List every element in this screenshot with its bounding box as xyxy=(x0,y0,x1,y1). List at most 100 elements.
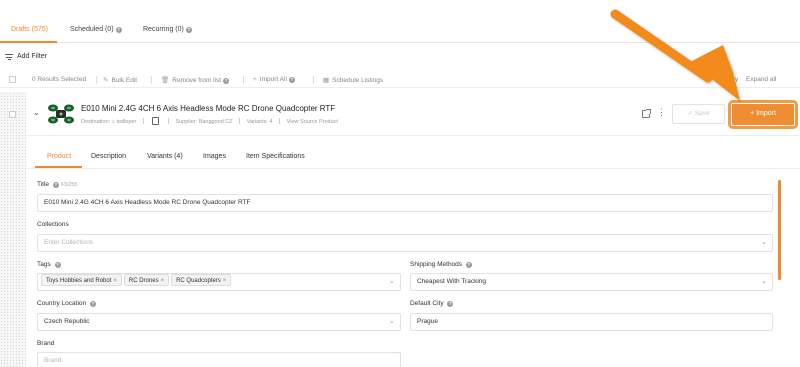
brand-label: Brand xyxy=(37,340,55,347)
divider xyxy=(239,118,241,124)
panel-scrollbar[interactable] xyxy=(778,180,781,280)
calendar-icon: ▦ xyxy=(323,77,330,84)
country-label-text: Country Location xyxy=(37,300,87,307)
chevron-down-icon[interactable]: ⌄ xyxy=(761,277,767,285)
chevron-down-icon[interactable]: ⌄ xyxy=(389,317,395,325)
collections-label: Collections xyxy=(37,221,69,228)
divider xyxy=(243,76,244,84)
trash-icon: 🗑 xyxy=(161,77,170,84)
divider xyxy=(167,118,169,124)
divider xyxy=(96,76,97,84)
more-options-icon[interactable]: ⋮ xyxy=(657,108,666,117)
tags-label-text: Tags xyxy=(37,261,51,268)
active-tab-indicator xyxy=(0,41,57,43)
title-char-count: 63/255 xyxy=(60,182,78,188)
collections-input[interactable]: Enter Collections xyxy=(37,234,773,252)
bulk-action-bar: 0 Results Selected ✎ Bulk Edit 🗑 Remove fr… xyxy=(0,72,800,88)
tag-chip-label: RC Drones xyxy=(128,278,159,284)
tab-product[interactable]: Product xyxy=(47,153,71,160)
tags-input[interactable]: Toys Hobbies and Robot × RC Drones × RC Quad… xyxy=(37,273,401,291)
destination-value: tedloper xyxy=(116,119,137,125)
import-all-label: Import All xyxy=(259,76,287,83)
product-thumbnail xyxy=(48,104,74,124)
default-city-label-text: Default City xyxy=(410,300,444,307)
destination-label: Destination: xyxy=(81,119,111,125)
help-icon[interactable]: ? xyxy=(89,301,96,307)
save-label: Save xyxy=(694,110,710,117)
select-all-checkbox[interactable] xyxy=(9,76,16,83)
chevron-down-icon[interactable]: ⌄ xyxy=(33,108,40,117)
product-row-checkbox[interactable] xyxy=(9,111,16,118)
remove-tag-icon[interactable]: × xyxy=(161,278,165,284)
shipping-label: Shipping Methods ? xyxy=(410,261,472,268)
tab-recurring-label: Recurring (0) xyxy=(143,26,184,33)
schedule-listings-label: Schedule Listings xyxy=(332,77,384,84)
variants-text: Variants: 4 xyxy=(246,119,273,125)
tab-scheduled-label: Scheduled (0) xyxy=(70,26,114,33)
tag-chip: Toys Hobbies and Robot × xyxy=(41,274,122,286)
product-meta: Destination: ⌂ tedloper Supplier: Banggo… xyxy=(81,117,338,125)
expand-all-link[interactable]: Expand all xyxy=(746,76,776,83)
remove-tag-icon[interactable]: × xyxy=(113,278,117,284)
add-filter-button[interactable]: Add Filter xyxy=(17,53,47,60)
schedule-listings-button[interactable]: ▦ Schedule Listings xyxy=(323,76,383,84)
brand-input[interactable]: Brand xyxy=(37,352,401,367)
filter-icon[interactable] xyxy=(5,54,13,61)
bulk-edit-button[interactable]: ✎ Bulk Edit xyxy=(103,76,137,84)
import-all-button[interactable]: + Import All? xyxy=(253,76,295,83)
help-icon[interactable]: ? xyxy=(447,301,454,307)
chevron-down-icon[interactable]: ⌄ xyxy=(389,277,395,285)
supplier-text: Supplier: Banggood CZ xyxy=(175,119,233,125)
tags-label: Tags ? xyxy=(37,261,61,268)
default-city-label: Default City ? xyxy=(410,300,454,307)
bulk-edit-label: Bulk Edit xyxy=(111,77,138,84)
save-button[interactable]: ✓ Save xyxy=(672,104,725,124)
product-edit-panel xyxy=(26,141,800,367)
plus-icon: + xyxy=(253,76,257,83)
chevron-down-icon[interactable]: ⌄ xyxy=(761,238,767,246)
product-title[interactable]: E010 Mini 2.4G 4CH 6 Axis Headless Mode … xyxy=(81,104,335,113)
title-input[interactable]: E010 Mini 2.4G 4CH 6 Axis Headless Mode … xyxy=(37,194,773,212)
tab-images[interactable]: Images xyxy=(203,153,226,160)
help-icon[interactable]: ? xyxy=(52,182,59,188)
help-icon[interactable]: ? xyxy=(185,27,192,33)
filter-bar: Add Filter xyxy=(0,50,800,64)
shipping-methods-select[interactable]: Cheapest With Tracking xyxy=(410,273,773,291)
remove-from-list-label: Remove from list xyxy=(172,77,222,84)
remove-from-list-button[interactable]: 🗑 Remove from list? xyxy=(161,76,230,84)
tab-recurring[interactable]: Recurring (0)? xyxy=(143,26,192,33)
divider xyxy=(313,76,314,84)
country-label: Country Location ? xyxy=(37,300,96,307)
listing-tabs: Drafts (575) Scheduled (0)? Recurring (0… xyxy=(0,19,800,43)
divider xyxy=(151,76,152,84)
default-city-input[interactable]: Prague xyxy=(410,313,773,331)
help-icon[interactable]: ? xyxy=(465,262,472,268)
tab-drafts[interactable]: Drafts (575) xyxy=(11,26,48,33)
history-link[interactable]: History xyxy=(718,76,738,83)
document-icon[interactable] xyxy=(152,117,160,125)
country-select[interactable]: Czech Republic xyxy=(37,313,401,331)
remove-tag-icon[interactable]: × xyxy=(223,278,227,284)
help-icon[interactable]: ? xyxy=(288,77,295,83)
results-selected-text: 0 Results Selected xyxy=(32,76,87,83)
panel-tab-divider xyxy=(26,168,800,169)
tab-variants[interactable]: Variants (4) xyxy=(147,153,183,160)
view-source-link[interactable]: View Source Product xyxy=(287,119,338,125)
tab-item-specifications[interactable]: Item Specifications xyxy=(246,153,305,160)
tag-chip-label: Toys Hobbies and Robot xyxy=(46,278,112,284)
help-icon[interactable]: ? xyxy=(223,78,230,84)
import-button[interactable]: + Import xyxy=(728,100,798,129)
shipping-label-text: Shipping Methods xyxy=(410,261,463,268)
tab-description[interactable]: Description xyxy=(91,153,126,160)
help-icon[interactable]: ? xyxy=(54,262,61,268)
title-label: Title ? 63/255 xyxy=(37,181,78,188)
title-label-text: Title xyxy=(37,181,50,188)
tag-chip: RC Quadcopters × xyxy=(171,274,232,286)
divider xyxy=(142,118,144,124)
external-link-icon[interactable] xyxy=(642,109,651,118)
tab-scheduled[interactable]: Scheduled (0)? xyxy=(70,26,122,33)
help-icon[interactable]: ? xyxy=(115,27,122,33)
drag-handle-area[interactable] xyxy=(0,92,26,367)
check-icon: ✓ xyxy=(687,110,695,117)
active-panel-tab-indicator xyxy=(35,166,82,168)
